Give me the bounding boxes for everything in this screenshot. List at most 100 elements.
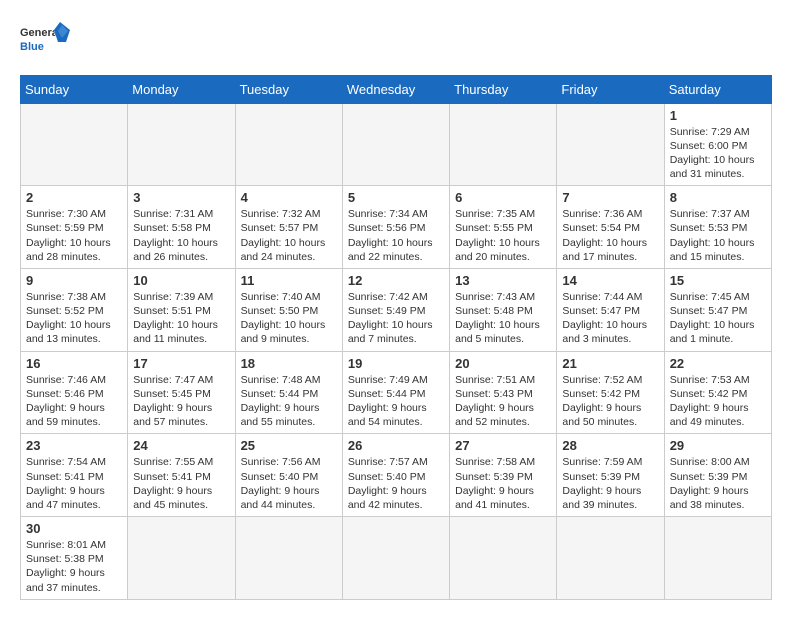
calendar-cell: 11Sunrise: 7:40 AM Sunset: 5:50 PM Dayli…	[235, 268, 342, 351]
calendar-cell: 24Sunrise: 7:55 AM Sunset: 5:41 PM Dayli…	[128, 434, 235, 517]
calendar-week-row: 16Sunrise: 7:46 AM Sunset: 5:46 PM Dayli…	[21, 351, 772, 434]
calendar-cell: 13 Sunrise: 7:43 AM Sunset: 5:48 PM Dayli…	[450, 268, 557, 351]
calendar-cell	[342, 517, 449, 600]
calendar-cell: 29Sunrise: 8:00 AM Sunset: 5:39 PM Dayli…	[664, 434, 771, 517]
day-of-week-header: Wednesday	[342, 75, 449, 103]
day-info: Sunrise: 7:48 AM Sunset: 5:44 PM Dayligh…	[241, 373, 337, 430]
day-number: 22	[670, 356, 766, 371]
logo: General Blue	[20, 20, 70, 65]
calendar-cell	[664, 517, 771, 600]
calendar-cell: 9 Sunrise: 7:38 AM Sunset: 5:52 PM Daylig…	[21, 268, 128, 351]
calendar-cell: 25 Sunrise: 7:56 AM Sunset: 5:40 PM Dayli…	[235, 434, 342, 517]
day-info: Sunrise: 7:31 AM Sunset: 5:58 PM Dayligh…	[133, 207, 229, 264]
calendar-cell	[235, 517, 342, 600]
day-info: Sunrise: 7:51 AM Sunset: 5:43 PM Dayligh…	[455, 373, 551, 430]
day-info: Sunrise: 8:01 AM Sunset: 5:38 PM Dayligh…	[26, 538, 122, 595]
calendar-cell: 2 Sunrise: 7:30 AM Sunset: 5:59 PM Daylig…	[21, 186, 128, 269]
calendar-cell: 23 Sunrise: 7:54 AM Sunset: 5:41 PM Dayli…	[21, 434, 128, 517]
day-info: Sunrise: 7:32 AM Sunset: 5:57 PM Dayligh…	[241, 207, 337, 264]
calendar-cell: 6Sunrise: 7:35 AM Sunset: 5:55 PM Daylig…	[450, 186, 557, 269]
calendar-cell: 22Sunrise: 7:53 AM Sunset: 5:42 PM Dayli…	[664, 351, 771, 434]
day-number: 26	[348, 438, 444, 453]
day-number: 14	[562, 273, 658, 288]
day-number: 4	[241, 190, 337, 205]
calendar-cell	[21, 103, 128, 186]
day-of-week-header: Saturday	[664, 75, 771, 103]
day-number: 27	[455, 438, 551, 453]
day-number: 30	[26, 521, 122, 536]
logo-text-block: General Blue	[20, 20, 70, 65]
calendar-cell	[450, 103, 557, 186]
day-number: 15	[670, 273, 766, 288]
svg-text:General: General	[20, 27, 61, 39]
calendar-cell: 15 Sunrise: 7:45 AM Sunset: 5:47 PM Dayli…	[664, 268, 771, 351]
day-info: Sunrise: 7:43 AM Sunset: 5:48 PM Dayligh…	[455, 290, 551, 347]
day-number: 7	[562, 190, 658, 205]
calendar-cell: 20 Sunrise: 7:51 AM Sunset: 5:43 PM Dayli…	[450, 351, 557, 434]
calendar-cell	[128, 103, 235, 186]
calendar-cell: 18 Sunrise: 7:48 AM Sunset: 5:44 PM Dayli…	[235, 351, 342, 434]
day-info: Sunrise: 7:34 AM Sunset: 5:56 PM Dayligh…	[348, 207, 444, 264]
day-number: 5	[348, 190, 444, 205]
day-number: 9	[26, 273, 122, 288]
calendar-cell: 10 Sunrise: 7:39 AM Sunset: 5:51 PM Dayli…	[128, 268, 235, 351]
calendar-cell: 30 Sunrise: 8:01 AM Sunset: 5:38 PM Dayli…	[21, 517, 128, 600]
calendar-cell: 26 Sunrise: 7:57 AM Sunset: 5:40 PM Dayli…	[342, 434, 449, 517]
day-info: Sunrise: 7:59 AM Sunset: 5:39 PM Dayligh…	[562, 455, 658, 512]
calendar-week-row: 1Sunrise: 7:29 AM Sunset: 6:00 PM Daylig…	[21, 103, 772, 186]
calendar-week-row: 23 Sunrise: 7:54 AM Sunset: 5:41 PM Dayli…	[21, 434, 772, 517]
day-info: Sunrise: 7:44 AM Sunset: 5:47 PM Dayligh…	[562, 290, 658, 347]
calendar-cell: 4 Sunrise: 7:32 AM Sunset: 5:57 PM Daylig…	[235, 186, 342, 269]
day-number: 24	[133, 438, 229, 453]
calendar-cell	[128, 517, 235, 600]
calendar-cell	[342, 103, 449, 186]
calendar-cell: 5 Sunrise: 7:34 AM Sunset: 5:56 PM Daylig…	[342, 186, 449, 269]
page-header: General Blue	[20, 20, 772, 65]
calendar-week-row: 30 Sunrise: 8:01 AM Sunset: 5:38 PM Dayli…	[21, 517, 772, 600]
day-number: 1	[670, 108, 766, 123]
day-info: Sunrise: 7:36 AM Sunset: 5:54 PM Dayligh…	[562, 207, 658, 264]
day-info: Sunrise: 7:47 AM Sunset: 5:45 PM Dayligh…	[133, 373, 229, 430]
day-info: Sunrise: 7:45 AM Sunset: 5:47 PM Dayligh…	[670, 290, 766, 347]
calendar-cell: 7 Sunrise: 7:36 AM Sunset: 5:54 PM Daylig…	[557, 186, 664, 269]
calendar-cell: 1Sunrise: 7:29 AM Sunset: 6:00 PM Daylig…	[664, 103, 771, 186]
day-number: 25	[241, 438, 337, 453]
day-number: 21	[562, 356, 658, 371]
day-of-week-header: Thursday	[450, 75, 557, 103]
day-info: Sunrise: 7:46 AM Sunset: 5:46 PM Dayligh…	[26, 373, 122, 430]
day-number: 13	[455, 273, 551, 288]
calendar-cell: 27Sunrise: 7:58 AM Sunset: 5:39 PM Dayli…	[450, 434, 557, 517]
calendar-cell: 28 Sunrise: 7:59 AM Sunset: 5:39 PM Dayli…	[557, 434, 664, 517]
calendar-cell	[235, 103, 342, 186]
day-info: Sunrise: 7:52 AM Sunset: 5:42 PM Dayligh…	[562, 373, 658, 430]
day-info: Sunrise: 7:38 AM Sunset: 5:52 PM Dayligh…	[26, 290, 122, 347]
calendar-cell: 21 Sunrise: 7:52 AM Sunset: 5:42 PM Dayli…	[557, 351, 664, 434]
calendar-cell: 17 Sunrise: 7:47 AM Sunset: 5:45 PM Dayli…	[128, 351, 235, 434]
day-number: 23	[26, 438, 122, 453]
calendar-cell: 3 Sunrise: 7:31 AM Sunset: 5:58 PM Daylig…	[128, 186, 235, 269]
day-info: Sunrise: 7:35 AM Sunset: 5:55 PM Dayligh…	[455, 207, 551, 264]
day-number: 17	[133, 356, 229, 371]
day-of-week-header: Friday	[557, 75, 664, 103]
day-info: Sunrise: 8:00 AM Sunset: 5:39 PM Dayligh…	[670, 455, 766, 512]
calendar-week-row: 9 Sunrise: 7:38 AM Sunset: 5:52 PM Daylig…	[21, 268, 772, 351]
day-info: Sunrise: 7:54 AM Sunset: 5:41 PM Dayligh…	[26, 455, 122, 512]
day-number: 8	[670, 190, 766, 205]
day-number: 2	[26, 190, 122, 205]
day-info: Sunrise: 7:56 AM Sunset: 5:40 PM Dayligh…	[241, 455, 337, 512]
calendar-header-row: SundayMondayTuesdayWednesdayThursdayFrid…	[21, 75, 772, 103]
day-info: Sunrise: 7:39 AM Sunset: 5:51 PM Dayligh…	[133, 290, 229, 347]
calendar-cell: 12Sunrise: 7:42 AM Sunset: 5:49 PM Dayli…	[342, 268, 449, 351]
day-info: Sunrise: 7:42 AM Sunset: 5:49 PM Dayligh…	[348, 290, 444, 347]
day-number: 10	[133, 273, 229, 288]
calendar-cell	[557, 103, 664, 186]
day-number: 11	[241, 273, 337, 288]
day-number: 19	[348, 356, 444, 371]
day-info: Sunrise: 7:57 AM Sunset: 5:40 PM Dayligh…	[348, 455, 444, 512]
day-number: 18	[241, 356, 337, 371]
svg-text:Blue: Blue	[20, 41, 44, 53]
day-number: 20	[455, 356, 551, 371]
day-number: 28	[562, 438, 658, 453]
day-info: Sunrise: 7:30 AM Sunset: 5:59 PM Dayligh…	[26, 207, 122, 264]
day-number: 3	[133, 190, 229, 205]
